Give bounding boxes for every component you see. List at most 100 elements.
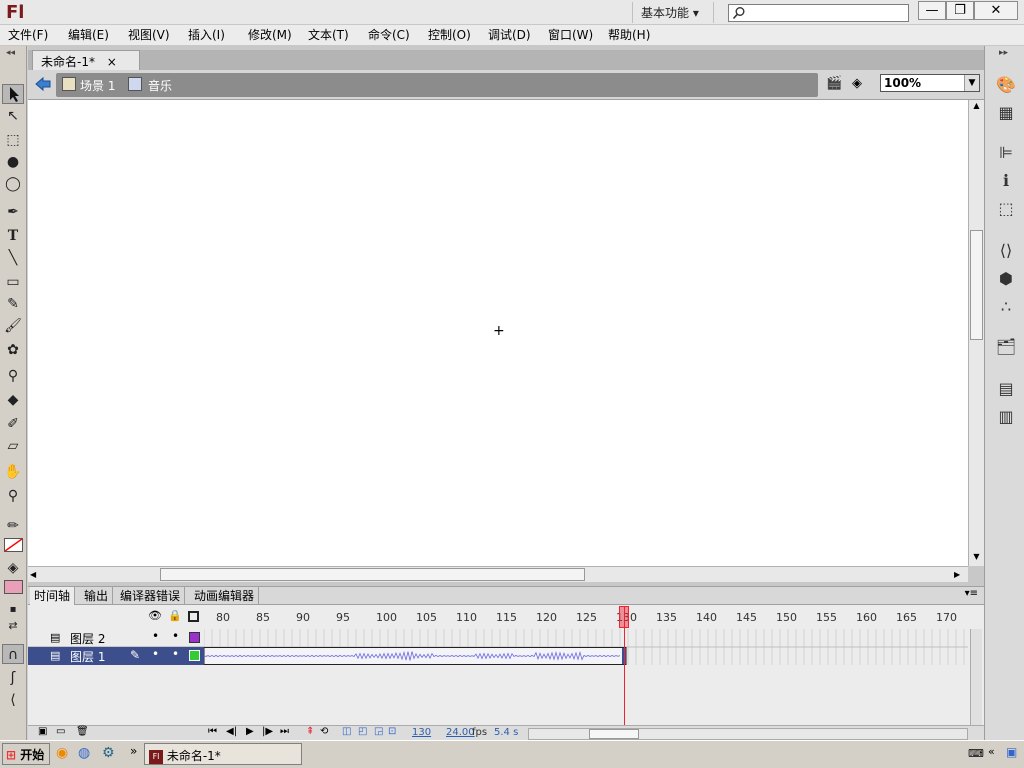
layer-row[interactable]: ▤ 图层 2 • • [28,629,204,647]
center-frame-icon[interactable]: ⇞ [306,726,314,737]
fill-color-icon[interactable]: ◈ [2,558,24,578]
menu-insert[interactable]: 插入(I) [186,27,227,43]
quicklaunch-chevron[interactable]: » [130,744,137,758]
pencil-tool[interactable]: ✎ [2,294,24,314]
eye-icon[interactable]: 👁 [148,609,162,622]
stroke-color-icon[interactable]: ✏ [2,516,24,536]
onion-outline-icon[interactable]: ◰ [358,726,367,737]
text-tool[interactable]: T [2,226,24,246]
eyedropper-tool[interactable]: ✐ [2,414,24,434]
layer-color-swatch[interactable] [189,632,200,643]
menu-modify[interactable]: 修改(M) [246,27,294,43]
line-tool[interactable]: ╲ [2,248,24,268]
tab-output[interactable]: 输出 [80,587,114,605]
play-icon[interactable]: ▶ [246,726,254,737]
timeline-scroll-thumb[interactable] [589,729,639,739]
help-search-input[interactable] [728,4,909,22]
browser-icon[interactable]: ◍ [78,745,90,761]
rectangle-tool[interactable]: ▭ [2,272,24,292]
vertical-scrollbar[interactable]: ▲ ▼ [968,100,984,566]
menu-window[interactable]: 窗口(W) [546,27,595,43]
loop-icon[interactable]: ⟲ [320,726,328,737]
scroll-left-icon[interactable]: ◀ [30,568,42,581]
lock-icon[interactable]: 🔒 [168,609,182,622]
color-palette-icon[interactable]: 🎨 [995,74,1017,96]
brush-tool[interactable]: 🖌 [2,316,24,336]
lock-dot[interactable]: • [172,629,179,643]
horizontal-scroll-thumb[interactable] [160,568,585,581]
outline-icon[interactable] [188,611,199,622]
menu-commands[interactable]: 命令(C) [366,27,412,43]
lasso-tool[interactable]: ◯ [2,174,24,194]
components-icon[interactable]: ⬢ [995,268,1017,290]
library-icon[interactable]: ▤ [995,378,1017,400]
menu-debug[interactable]: 调试(D) [486,27,533,43]
expand-arrows-icon[interactable]: ▸▸ [999,48,1008,58]
smooth-icon[interactable]: ʃ [2,668,24,688]
collapse-arrows-icon[interactable]: ◂◂ [6,48,15,58]
menu-text[interactable]: 文本(T) [306,27,351,43]
swatches-icon[interactable]: ▦ [995,102,1017,124]
new-folder-icon[interactable]: ▭ [56,726,65,737]
frames-grid[interactable] [204,629,968,665]
fill-color-swatch[interactable] [4,580,23,594]
minimize-button[interactable]: — [918,1,946,20]
project-icon[interactable]: 🗂 [995,336,1017,358]
back-arrow-icon[interactable] [34,76,52,92]
current-frame[interactable]: 130 [412,727,431,738]
menu-file[interactable]: 文件(F) [6,27,50,43]
network-icon[interactable]: ▣ [1006,745,1017,759]
menu-view[interactable]: 视图(V) [126,27,172,43]
tray-expand-icon[interactable]: « [988,745,995,758]
stroke-color-swatch[interactable] [4,538,23,552]
scroll-right-icon[interactable]: ▶ [954,568,966,581]
snap-to-objects-icon[interactable]: ∩ [2,644,24,664]
stage[interactable]: + [28,100,968,566]
document-tab[interactable]: 未命名-1* × [32,50,140,70]
layer-name[interactable]: 图层 1 [70,648,105,665]
free-transform-tool[interactable]: ⬚ [2,130,24,150]
edit-symbols-icon[interactable]: ◈ [852,76,872,94]
zoom-tool[interactable]: ⚲ [2,486,24,506]
paint-bucket-tool[interactable]: ◆ [2,390,24,410]
layer-row-selected[interactable]: ▤ 图层 1 ✎ • • [28,647,204,665]
zoom-select[interactable]: 100% ▼ [880,74,980,92]
tab-timeline[interactable]: 时间轴 [30,587,76,605]
delete-layer-icon[interactable]: 🗑 [76,726,89,737]
bone-tool[interactable]: ⚲ [2,366,24,386]
tab-motion-editor[interactable]: 动画编辑器 [190,587,260,605]
maximize-button[interactable]: ❐ [946,1,974,20]
edit-scene-icon[interactable]: 🎬 [826,76,846,94]
chevron-down-icon[interactable]: ▼ [964,75,979,91]
eraser-tool[interactable]: ▱ [2,436,24,456]
pen-tool[interactable]: ✒ [2,202,24,222]
breadcrumb-scene[interactable]: 场景 1 [80,77,115,94]
edit-multiple-icon[interactable]: ◲ [374,726,383,737]
vertical-scroll-thumb[interactable] [970,230,983,340]
frame-ruler[interactable]: 80 85 90 95 100 105 110 115 120 125 130 135 140 145 15… [204,605,968,629]
selection-tool[interactable] [2,84,24,104]
info-icon[interactable]: ℹ [995,170,1017,192]
frame-rate[interactable]: 24.00 [446,727,475,738]
layer-name[interactable]: 图层 2 [70,630,105,647]
onion-skin-icon[interactable]: ◫ [342,726,351,737]
motion-presets-icon[interactable]: ∴ [995,296,1017,318]
visibility-dot[interactable]: • [152,647,159,661]
subselection-tool[interactable]: ↖ [2,106,24,126]
breadcrumb-symbol[interactable]: 音乐 [148,77,172,94]
3d-rotation-tool[interactable]: ● [2,152,24,172]
step-back-icon[interactable]: ◀| [226,726,237,737]
deco-tool[interactable]: ✿ [2,340,24,360]
new-layer-icon[interactable]: ▣ [38,726,47,737]
playhead-handle[interactable] [619,606,629,628]
first-frame-icon[interactable]: ⏮ [208,726,217,737]
settings-gear-icon[interactable]: ⚙ [102,745,115,761]
common-libraries-icon[interactable]: ▥ [995,406,1017,428]
workspace-switcher[interactable]: 基本功能 ▾ [632,2,714,23]
timeline-vertical-scrollbar[interactable] [970,629,982,725]
tab-compiler-errors[interactable]: 编译器错误 [116,587,186,605]
last-frame-icon[interactable]: ⏭ [280,726,289,737]
layer-color-swatch[interactable] [189,650,200,661]
close-button[interactable]: ✕ [974,1,1018,20]
visibility-dot[interactable]: • [152,629,159,643]
